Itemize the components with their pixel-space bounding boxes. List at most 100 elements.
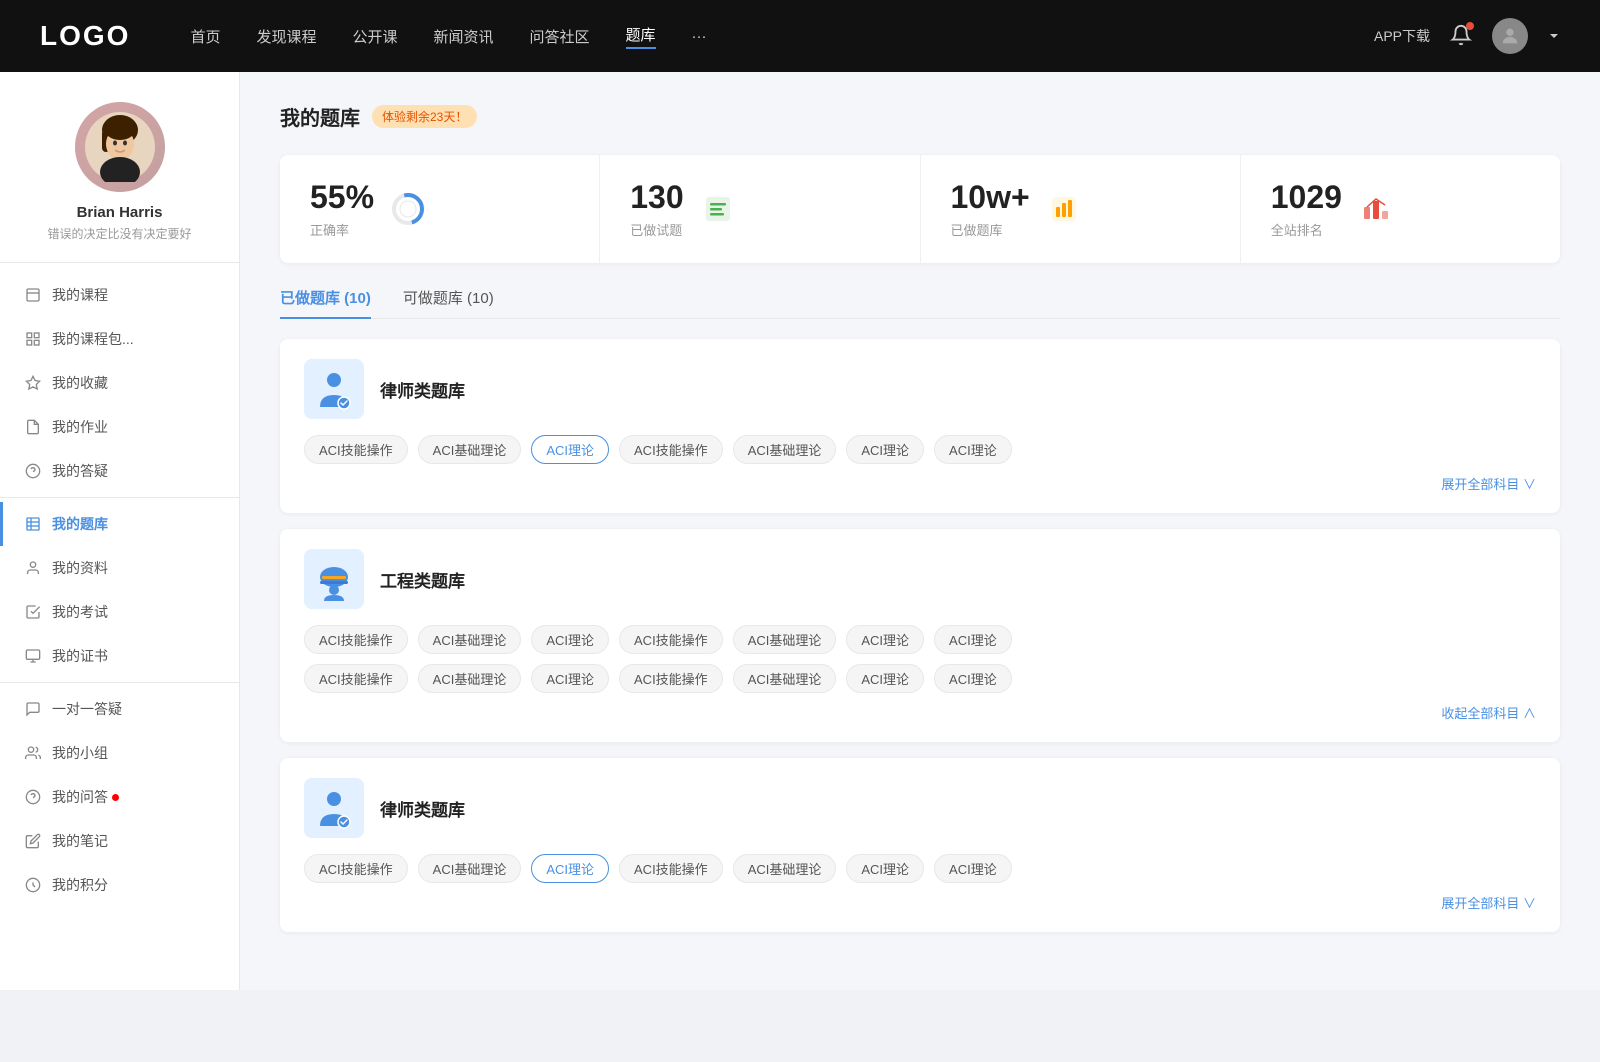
expand-btn-3[interactable]: 展开全部科目 ∨ <box>304 893 1536 912</box>
accuracy-chart-icon <box>390 191 426 227</box>
tag-1-2[interactable]: ACI理论 <box>531 435 609 464</box>
nav-news[interactable]: 新闻资讯 <box>434 26 494 47</box>
tag-2-4[interactable]: ACI基础理论 <box>733 625 837 654</box>
tag-2b-3[interactable]: ACI技能操作 <box>619 664 723 693</box>
star-icon <box>24 374 42 392</box>
tag-2b-5[interactable]: ACI理论 <box>846 664 924 693</box>
nav-qa[interactable]: 问答社区 <box>530 26 590 47</box>
lawyer-icon <box>312 367 356 411</box>
sidebar-item-my-question[interactable]: 我的问答 <box>0 775 239 819</box>
stat-rank-label: 全站排名 <box>1271 220 1342 239</box>
tag-3-4[interactable]: ACI基础理论 <box>733 854 837 883</box>
navbar-right: APP下载 <box>1374 18 1560 54</box>
question-badge <box>112 794 119 801</box>
tag-2-6[interactable]: ACI理论 <box>934 625 1012 654</box>
main-content: 我的题库 体验剩余23天！ 55% 正确率 <box>240 72 1600 990</box>
stat-rank-value: 1029 <box>1271 179 1342 216</box>
tag-1-5[interactable]: ACI理论 <box>846 435 924 464</box>
tag-2b-0[interactable]: ACI技能操作 <box>304 664 408 693</box>
questions-icon <box>700 191 736 227</box>
bank-card-lawyer-2: 律师类题库 ACI技能操作 ACI基础理论 ACI理论 ACI技能操作 ACI基… <box>280 758 1560 932</box>
sidebar-item-my-course[interactable]: 我的课程 <box>0 273 239 317</box>
stats-row: 55% 正确率 130 已做试题 <box>280 155 1560 263</box>
nav-menu: 首页 发现课程 公开课 新闻资讯 问答社区 题库 ··· <box>190 24 1374 49</box>
sidebar: Brian Harris 错误的决定比没有决定要好 我的课程 我的课程包... <box>0 72 240 990</box>
sidebar-item-favorites[interactable]: 我的收藏 <box>0 361 239 405</box>
bank-title-1: 律师类题库 <box>380 377 465 402</box>
tag-2-1[interactable]: ACI基础理论 <box>418 625 522 654</box>
lawyer-icon-wrapper-2 <box>304 778 364 838</box>
tag-2b-2[interactable]: ACI理论 <box>531 664 609 693</box>
notification-bell[interactable] <box>1450 24 1472 49</box>
tag-3-6[interactable]: ACI理论 <box>934 854 1012 883</box>
bank-card-header-1: 律师类题库 <box>304 359 1536 419</box>
user-icon <box>24 559 42 577</box>
tag-2-0[interactable]: ACI技能操作 <box>304 625 408 654</box>
tag-1-3[interactable]: ACI技能操作 <box>619 435 723 464</box>
user-avatar[interactable] <box>1492 18 1528 54</box>
tag-2b-6[interactable]: ACI理论 <box>934 664 1012 693</box>
file-icon <box>24 286 42 304</box>
page-layout: Brian Harris 错误的决定比没有决定要好 我的课程 我的课程包... <box>0 72 1600 990</box>
user-dropdown-icon[interactable] <box>1548 30 1560 42</box>
tab-done[interactable]: 已做题库 (10) <box>280 287 371 318</box>
sidebar-menu: 我的课程 我的课程包... 我的收藏 我的作业 <box>0 273 239 907</box>
nav-discover[interactable]: 发现课程 <box>256 26 316 47</box>
bank-card-engineer: 工程类题库 ACI技能操作 ACI基础理论 ACI理论 ACI技能操作 ACI基… <box>280 529 1560 742</box>
stat-accuracy-value: 55% <box>310 179 374 216</box>
bank-title-2: 工程类题库 <box>380 567 465 592</box>
tag-3-2[interactable]: ACI理论 <box>531 854 609 883</box>
collapse-btn-2[interactable]: 收起全部科目 ∧ <box>304 703 1536 722</box>
sidebar-item-question-bank[interactable]: 我的题库 <box>0 502 239 546</box>
tag-2-2[interactable]: ACI理论 <box>531 625 609 654</box>
sidebar-profile: Brian Harris 错误的决定比没有决定要好 <box>0 102 239 263</box>
stat-questions-label: 已做试题 <box>630 220 683 239</box>
nav-open-course[interactable]: 公开课 <box>352 26 397 47</box>
tag-1-0[interactable]: ACI技能操作 <box>304 435 408 464</box>
tag-2-3[interactable]: ACI技能操作 <box>619 625 723 654</box>
tag-2b-1[interactable]: ACI基础理论 <box>418 664 522 693</box>
sidebar-item-my-points[interactable]: 我的积分 <box>0 863 239 907</box>
tag-3-5[interactable]: ACI理论 <box>846 854 924 883</box>
nav-question-bank[interactable]: 题库 <box>626 24 656 49</box>
question-icon <box>24 462 42 480</box>
expand-btn-1[interactable]: 展开全部科目 ∨ <box>304 474 1536 493</box>
stat-questions-value: 130 <box>630 179 683 216</box>
stat-rank: 1029 全站排名 <box>1241 155 1560 263</box>
doc-icon <box>24 418 42 436</box>
page-title: 我的题库 <box>280 102 360 131</box>
sidebar-item-homework[interactable]: 我的作业 <box>0 405 239 449</box>
tags-row-2b: ACI技能操作 ACI基础理论 ACI理论 ACI技能操作 ACI基础理论 AC… <box>304 664 1536 693</box>
tag-3-0[interactable]: ACI技能操作 <box>304 854 408 883</box>
tag-2b-4[interactable]: ACI基础理论 <box>733 664 837 693</box>
tab-available[interactable]: 可做题库 (10) <box>403 287 494 318</box>
bank-card-header-3: 律师类题库 <box>304 778 1536 838</box>
notification-dot <box>1466 22 1474 30</box>
rank-icon <box>1358 191 1394 227</box>
divider-1 <box>0 497 239 498</box>
tag-1-4[interactable]: ACI基础理论 <box>733 435 837 464</box>
tag-1-1[interactable]: ACI基础理论 <box>418 435 522 464</box>
bar-icon <box>24 330 42 348</box>
app-download-btn[interactable]: APP下载 <box>1374 26 1430 46</box>
sidebar-item-my-group[interactable]: 我的小组 <box>0 731 239 775</box>
chat-icon <box>24 700 42 718</box>
sidebar-item-course-package[interactable]: 我的课程包... <box>0 317 239 361</box>
tag-1-6[interactable]: ACI理论 <box>934 435 1012 464</box>
sidebar-item-exam[interactable]: 我的考试 <box>0 590 239 634</box>
tag-3-1[interactable]: ACI基础理论 <box>418 854 522 883</box>
sidebar-item-my-info[interactable]: 我的资料 <box>0 546 239 590</box>
stat-questions: 130 已做试题 <box>600 155 920 263</box>
sidebar-item-my-notes[interactable]: 我的笔记 <box>0 819 239 863</box>
nav-more[interactable]: ··· <box>692 28 707 45</box>
sidebar-item-my-qa[interactable]: 我的答疑 <box>0 449 239 493</box>
note-icon <box>24 832 42 850</box>
sidebar-item-one-on-one[interactable]: 一对一答疑 <box>0 687 239 731</box>
sidebar-item-certificate[interactable]: 我的证书 <box>0 634 239 678</box>
tag-3-3[interactable]: ACI技能操作 <box>619 854 723 883</box>
tags-row-2a: ACI技能操作 ACI基础理论 ACI理论 ACI技能操作 ACI基础理论 AC… <box>304 625 1536 654</box>
bank-title-3: 律师类题库 <box>380 796 465 821</box>
tag-2-5[interactable]: ACI理论 <box>846 625 924 654</box>
logo: LOGO <box>40 20 130 52</box>
nav-home[interactable]: 首页 <box>190 26 220 47</box>
